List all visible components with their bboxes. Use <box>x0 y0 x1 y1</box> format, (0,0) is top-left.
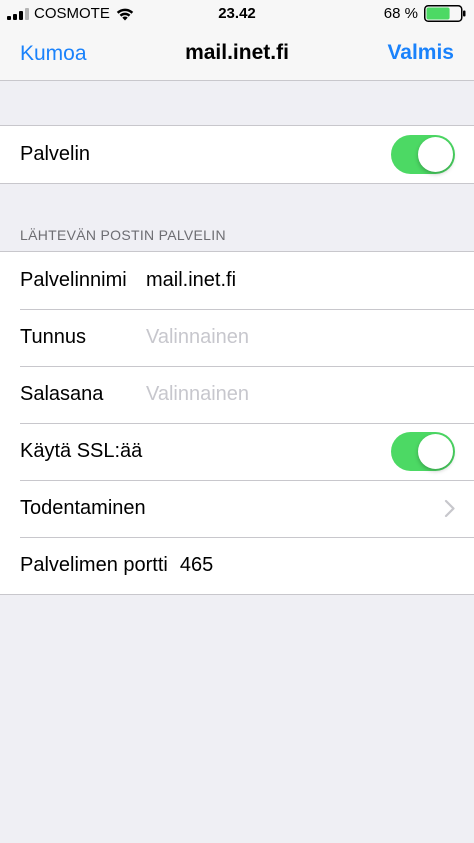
server-label: Palvelin <box>20 143 91 165</box>
done-button[interactable]: Valmis <box>387 41 454 65</box>
username-label: Tunnus <box>20 326 86 348</box>
server-group: Palvelin <box>0 125 474 184</box>
password-field[interactable]: Valinnainen <box>146 383 249 406</box>
toggle-knob <box>418 434 453 469</box>
hostname-label: Palvelinnimi <box>20 269 127 291</box>
hostname-field[interactable]: mail.inet.fi <box>146 269 236 292</box>
battery-percent: 68 % <box>383 5 418 22</box>
section-header-outgoing: LÄHTEVÄN POSTIN PALVELIN <box>20 227 226 243</box>
ssl-row: Käytä SSL:ää <box>0 423 474 480</box>
toggle-knob <box>418 137 453 172</box>
username-row[interactable]: Tunnus Valinnainen <box>0 309 474 366</box>
port-label: Palvelimen portti <box>20 554 168 576</box>
hostname-row[interactable]: Palvelinnimi mail.inet.fi <box>0 252 474 309</box>
server-row: Palvelin <box>0 126 474 183</box>
status-bar: COSMOTE 23.42 68 % <box>0 0 474 28</box>
ssl-label: Käytä SSL:ää <box>20 440 143 462</box>
password-row[interactable]: Salasana Valinnainen <box>0 366 474 423</box>
status-right: 68 % <box>384 5 466 22</box>
username-field[interactable]: Valinnainen <box>146 326 249 349</box>
authentication-label: Todentaminen <box>20 497 146 519</box>
chevron-right-icon <box>444 499 455 518</box>
ssl-toggle[interactable] <box>391 432 455 471</box>
navigation-bar: Kumoa mail.inet.fi Valmis <box>0 28 474 81</box>
port-field[interactable]: 465 <box>180 554 213 577</box>
authentication-row[interactable]: Todentaminen <box>0 480 474 537</box>
outgoing-server-group: Palvelinnimi mail.inet.fi Tunnus Valinna… <box>0 251 474 595</box>
server-toggle[interactable] <box>391 135 455 174</box>
battery-icon <box>424 5 466 22</box>
port-row[interactable]: Palvelimen portti 465 <box>0 537 474 594</box>
password-label: Salasana <box>20 383 104 405</box>
